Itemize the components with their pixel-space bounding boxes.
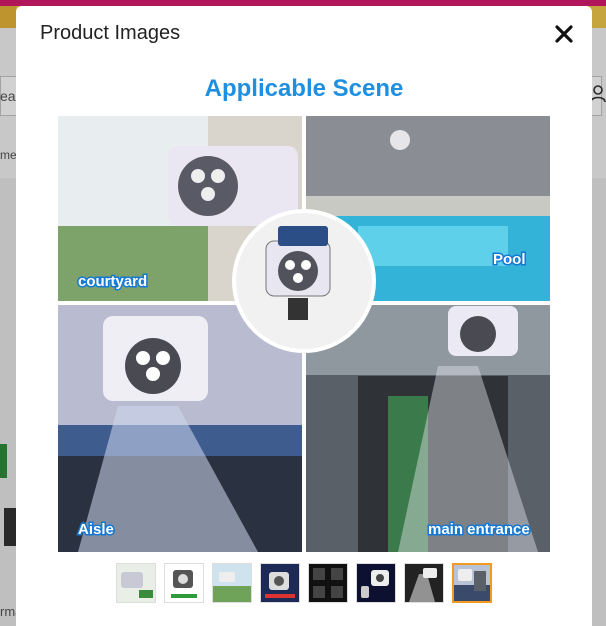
close-button[interactable]: × bbox=[550, 20, 578, 48]
thumbnail-5[interactable] bbox=[308, 563, 348, 603]
center-product-badge bbox=[232, 209, 376, 353]
thumbnail-1[interactable] bbox=[116, 563, 156, 603]
image-headline: Applicable Scene bbox=[205, 76, 404, 102]
product-images-modal: Product Images × Applicable Scene bbox=[16, 6, 592, 626]
thumbnail-2[interactable] bbox=[164, 563, 204, 603]
scene-main-entrance bbox=[306, 305, 550, 552]
solar-light-thumbnail-icon bbox=[309, 564, 347, 602]
thumbnail-8[interactable] bbox=[452, 563, 492, 603]
thumbnail-7[interactable] bbox=[404, 563, 444, 603]
solar-light-thumbnail-icon bbox=[357, 564, 395, 602]
scene-label-aisle: Aisle bbox=[78, 521, 114, 538]
solar-light-thumbnail-icon bbox=[165, 564, 203, 602]
scene-label-courtyard: courtyard bbox=[78, 273, 147, 290]
close-icon bbox=[555, 25, 573, 43]
solar-light-thumbnail-icon bbox=[405, 564, 443, 602]
solar-light-thumbnail-icon bbox=[454, 565, 490, 601]
main-product-image: Applicable Scene courtyard Pool Aisle ma… bbox=[58, 76, 550, 552]
scene-aisle bbox=[58, 305, 302, 552]
thumbnail-3[interactable] bbox=[212, 563, 252, 603]
thumbnail-4[interactable] bbox=[260, 563, 300, 603]
modal-title: Product Images bbox=[40, 22, 181, 44]
solar-light-thumbnail-icon bbox=[117, 564, 155, 602]
solar-light-thumbnail-icon bbox=[261, 564, 299, 602]
scene-label-pool: Pool bbox=[493, 251, 526, 268]
solar-light-thumbnail-icon bbox=[213, 564, 251, 602]
thumbnail-6[interactable] bbox=[356, 563, 396, 603]
scene-label-main-entrance: main entrance bbox=[428, 521, 530, 538]
